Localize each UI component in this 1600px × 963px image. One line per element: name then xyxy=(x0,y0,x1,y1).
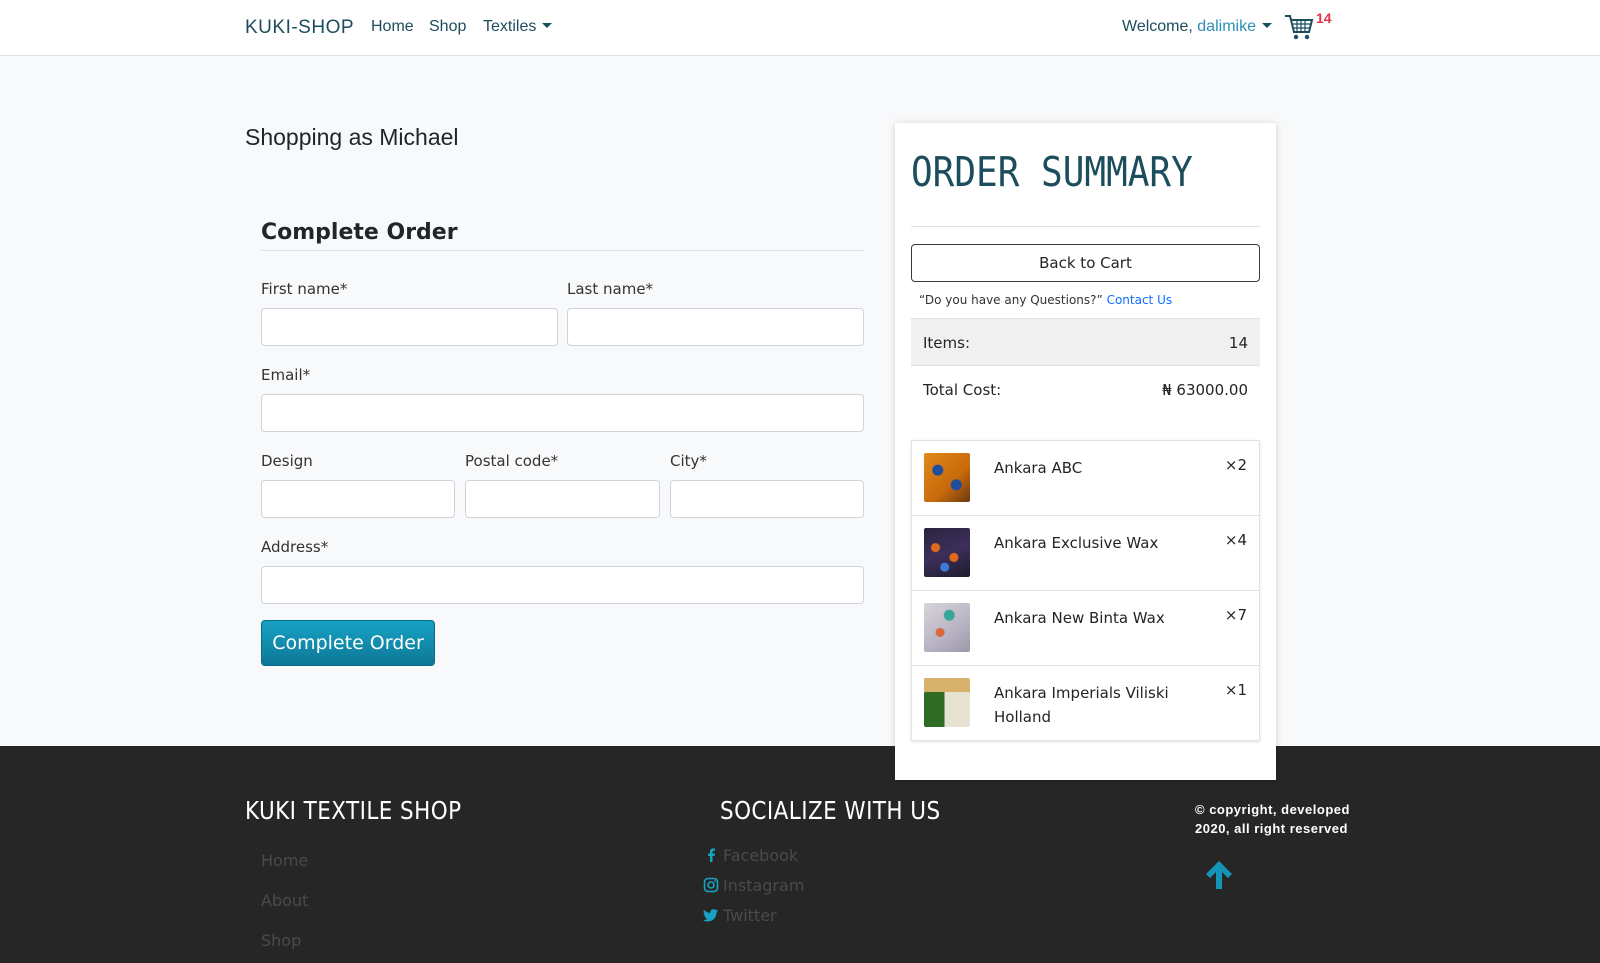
footer-shop-link[interactable]: Shop xyxy=(261,931,301,950)
back-to-cart-button[interactable]: Back to Cart xyxy=(911,244,1260,282)
first-name-field[interactable] xyxy=(261,308,558,346)
brand-logo[interactable]: KUKI-SHOP xyxy=(245,17,354,39)
shopping-cart-icon[interactable] xyxy=(1284,13,1314,41)
twitter-label: Twitter xyxy=(723,906,777,925)
list-item[interactable]: Ankara Imperials Viliski Holland ×1 xyxy=(912,666,1259,740)
footer-about-link[interactable]: About xyxy=(261,891,308,910)
instagram-label: Instagram xyxy=(723,876,805,895)
city-field[interactable] xyxy=(670,480,864,518)
list-item[interactable]: Ankara ABC ×2 xyxy=(912,441,1259,516)
email-label: Email* xyxy=(261,366,311,384)
total-cost-row: Total Cost: ₦ 63000.00 xyxy=(911,366,1260,414)
product-name: Ankara New Binta Wax xyxy=(994,609,1165,627)
postal-code-label: Postal code* xyxy=(465,452,559,470)
postal-code-field[interactable] xyxy=(465,480,660,518)
nav-home-link[interactable]: Home xyxy=(371,18,414,36)
cart-count-badge: 14 xyxy=(1316,10,1332,26)
facebook-icon xyxy=(708,848,715,862)
username: dalimike xyxy=(1197,18,1256,35)
arrow-up-icon[interactable] xyxy=(1203,858,1235,892)
product-quantity: ×1 xyxy=(1224,681,1247,699)
cart-product-list: Ankara ABC ×2 Ankara Exclusive Wax ×4 An… xyxy=(911,440,1260,741)
user-menu-dropdown[interactable]: Welcome, dalimike xyxy=(1122,18,1272,36)
last-name-field[interactable] xyxy=(567,308,864,346)
copyright-text: © copyright, developed 2020, all right r… xyxy=(1195,800,1355,838)
twitter-link[interactable]: Twitter xyxy=(703,906,777,925)
product-name: Ankara ABC xyxy=(994,459,1083,477)
copyright-line-2: 2020, all right reserved xyxy=(1195,821,1348,836)
product-thumbnail xyxy=(924,528,970,577)
product-name: Ankara Exclusive Wax xyxy=(994,534,1159,552)
welcome-prefix: Welcome, xyxy=(1122,18,1198,35)
divider xyxy=(911,226,1260,227)
items-label: Items: xyxy=(923,334,971,352)
email-field[interactable] xyxy=(261,394,864,432)
list-item[interactable]: Ankara Exclusive Wax ×4 xyxy=(912,516,1259,591)
items-count-row: Items: 14 xyxy=(911,318,1260,366)
product-thumbnail xyxy=(924,603,970,652)
questions-label: “Do you have any Questions?” xyxy=(919,293,1103,307)
nav-textiles-dropdown[interactable]: Textiles xyxy=(483,18,553,36)
shopping-as-heading: Shopping as Michael xyxy=(245,124,459,150)
top-navbar: KUKI-SHOP Home Shop Textiles Welcome, da… xyxy=(0,0,1600,56)
chevron-down-icon xyxy=(1261,23,1272,28)
complete-order-button[interactable]: Complete Order xyxy=(261,620,435,666)
list-item[interactable]: Ankara New Binta Wax ×7 xyxy=(912,591,1259,666)
site-footer: KUKI TEXTILE SHOP Home About Shop SOCIAL… xyxy=(0,746,1600,963)
order-summary-card: ORDER SUMMARY Back to Cart “Do you have … xyxy=(895,123,1276,780)
twitter-icon xyxy=(703,909,718,922)
complete-order-title: Complete Order xyxy=(261,220,458,245)
design-field[interactable] xyxy=(261,480,455,518)
instagram-link[interactable]: Instagram xyxy=(703,876,805,895)
product-quantity: ×2 xyxy=(1224,456,1247,474)
footer-home-link[interactable]: Home xyxy=(261,851,308,870)
product-thumbnail xyxy=(924,678,970,727)
questions-text: “Do you have any Questions?” Contact Us xyxy=(919,293,1172,307)
product-quantity: ×7 xyxy=(1224,606,1247,624)
facebook-label: Facebook xyxy=(723,846,799,865)
order-summary-title: ORDER SUMMARY xyxy=(911,149,1193,197)
product-thumbnail xyxy=(924,453,970,502)
items-value: 14 xyxy=(1228,334,1248,352)
facebook-link[interactable]: Facebook xyxy=(708,846,799,865)
address-field[interactable] xyxy=(261,566,864,604)
nav-shop-link[interactable]: Shop xyxy=(429,18,466,36)
nav-textiles-label: Textiles xyxy=(483,18,537,35)
divider xyxy=(261,250,864,251)
footer-social-title: SOCIALIZE WITH US xyxy=(720,796,941,825)
total-cost-label: Total Cost: xyxy=(923,381,1002,399)
chevron-down-icon xyxy=(542,23,553,28)
last-name-label: Last name* xyxy=(567,280,654,298)
instagram-icon xyxy=(703,877,719,893)
product-name: Ankara Imperials Viliski Holland xyxy=(994,684,1169,726)
copyright-line-1: © copyright, developed xyxy=(1195,802,1350,817)
contact-us-link[interactable]: Contact Us xyxy=(1107,293,1173,307)
first-name-label: First name* xyxy=(261,280,348,298)
product-quantity: ×4 xyxy=(1224,531,1247,549)
address-label: Address* xyxy=(261,538,329,556)
total-cost-value: ₦ 63000.00 xyxy=(1162,381,1248,399)
footer-shop-title: KUKI TEXTILE SHOP xyxy=(245,796,462,825)
city-label: City* xyxy=(670,452,707,470)
design-label: Design xyxy=(261,452,313,470)
